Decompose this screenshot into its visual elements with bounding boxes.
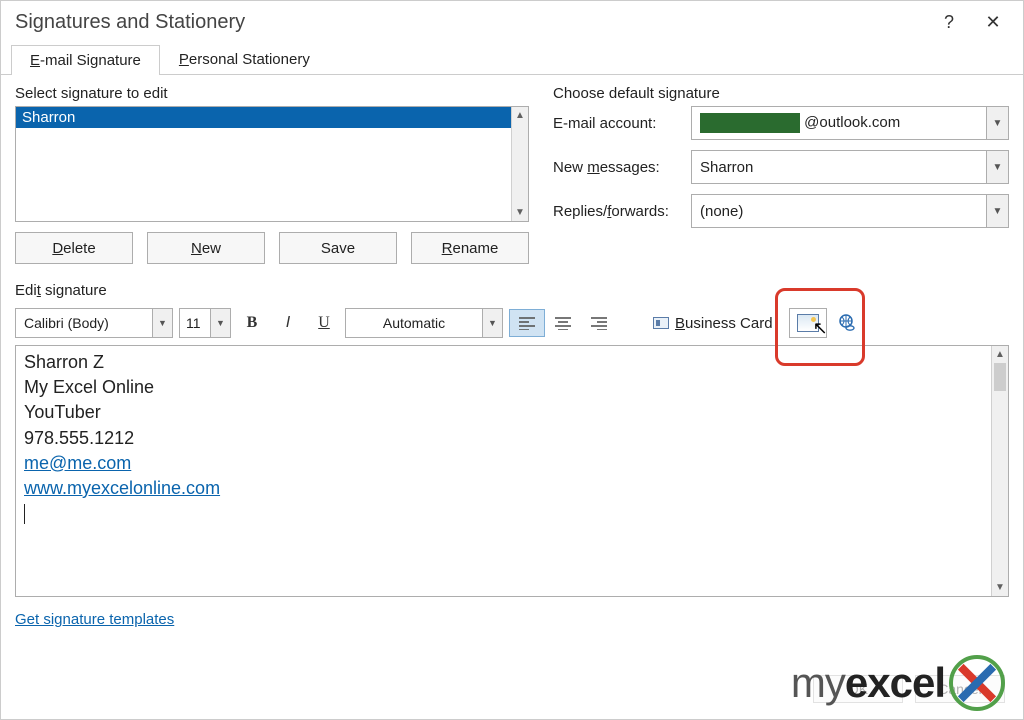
business-card-icon (653, 317, 669, 329)
editor-scrollbar[interactable]: ▲ ▼ (991, 346, 1008, 596)
editor-line: My Excel Online (24, 375, 983, 400)
new-messages-combo[interactable]: Sharron ▼ (691, 150, 1009, 184)
font-family-combo[interactable]: Calibri (Body)▼ (15, 308, 173, 338)
signature-listbox[interactable]: Sharron ▲ ▼ (15, 106, 529, 222)
business-card-button[interactable]: Business Card (647, 308, 783, 338)
underline-button[interactable]: U (309, 309, 339, 337)
tabstrip: E-mail Signature Personal Stationery (1, 41, 1023, 75)
chevron-down-icon[interactable]: ▼ (986, 151, 1008, 183)
select-signature-label: Select signature to edit (15, 85, 529, 102)
editor-website-link[interactable]: www.myexcelonline.com (24, 478, 220, 498)
align-center-button[interactable] (545, 309, 581, 337)
signature-list-item[interactable]: Sharron (16, 107, 511, 128)
tab-personal-stationery[interactable]: Personal Stationery (160, 44, 329, 74)
replies-forwards-combo[interactable]: (none) ▼ (691, 194, 1009, 228)
ok-button[interactable]: OK (813, 675, 903, 703)
align-left-button[interactable] (509, 309, 545, 337)
signature-editor[interactable]: Sharron Z My Excel Online YouTuber 978.5… (15, 345, 1009, 597)
chevron-down-icon[interactable]: ▼ (986, 195, 1008, 227)
get-templates-link[interactable]: Get signature templates (15, 611, 174, 628)
chevron-down-icon[interactable]: ▼ (152, 309, 172, 337)
close-button[interactable]: ✕ (971, 1, 1015, 43)
scroll-down-icon[interactable]: ▼ (512, 204, 529, 221)
bold-button[interactable]: B (237, 309, 267, 337)
chevron-down-icon[interactable]: ▼ (210, 309, 230, 337)
dialog-title: Signatures and Stationery (15, 11, 245, 34)
delete-button[interactable]: Delete (15, 232, 133, 264)
insert-hyperlink-button[interactable] (833, 308, 859, 338)
chevron-down-icon[interactable]: ▼ (482, 309, 502, 337)
font-size-combo[interactable]: 11▼ (179, 308, 231, 338)
picture-icon (797, 314, 819, 332)
dialog-footer: OK Cancel (813, 675, 1005, 703)
titlebar: Signatures and Stationery ? ✕ (1, 1, 1023, 43)
scroll-thumb[interactable] (994, 363, 1006, 391)
signature-toolbar: Calibri (Body)▼ 11▼ B I U Automatic▼ (15, 305, 1009, 341)
align-right-button[interactable] (581, 309, 617, 337)
editor-line: YouTuber (24, 400, 983, 425)
choose-default-label: Choose default signature (553, 85, 1009, 102)
insert-picture-button[interactable] (789, 308, 827, 338)
email-account-label: E-mail account: (553, 115, 683, 132)
replies-forwards-label: Replies/forwards: (553, 203, 683, 220)
editor-line: Sharron Z (24, 350, 983, 375)
help-button[interactable]: ? (927, 1, 971, 43)
chevron-down-icon[interactable]: ▼ (986, 107, 1008, 139)
editor-email-link[interactable]: me@me.com (24, 453, 131, 473)
signatures-dialog: Signatures and Stationery ? ✕ E-mail Sig… (0, 0, 1024, 720)
tab-email-signature[interactable]: E-mail Signature (11, 45, 160, 75)
account-suffix: @outlook.com (804, 114, 900, 131)
editor-line: 978.555.1212 (24, 426, 983, 451)
scroll-down-icon[interactable]: ▼ (992, 579, 1008, 596)
italic-button[interactable]: I (273, 309, 303, 337)
edit-signature-label: Edit signature (15, 282, 1009, 299)
text-caret (24, 504, 25, 524)
scroll-up-icon[interactable]: ▲ (992, 346, 1008, 363)
email-account-combo[interactable]: @outlook.com ▼ (691, 106, 1009, 140)
font-color-combo[interactable]: Automatic▼ (345, 308, 503, 338)
new-button[interactable]: New (147, 232, 265, 264)
rename-button[interactable]: Rename (411, 232, 529, 264)
new-messages-label: New messages: (553, 159, 683, 176)
scroll-up-icon[interactable]: ▲ (512, 107, 529, 124)
save-button[interactable]: Save (279, 232, 397, 264)
globe-link-icon (836, 313, 856, 333)
cancel-button[interactable]: Cancel (915, 675, 1005, 703)
listbox-scrollbar[interactable]: ▲ ▼ (511, 107, 528, 221)
redacted-account (700, 113, 800, 133)
